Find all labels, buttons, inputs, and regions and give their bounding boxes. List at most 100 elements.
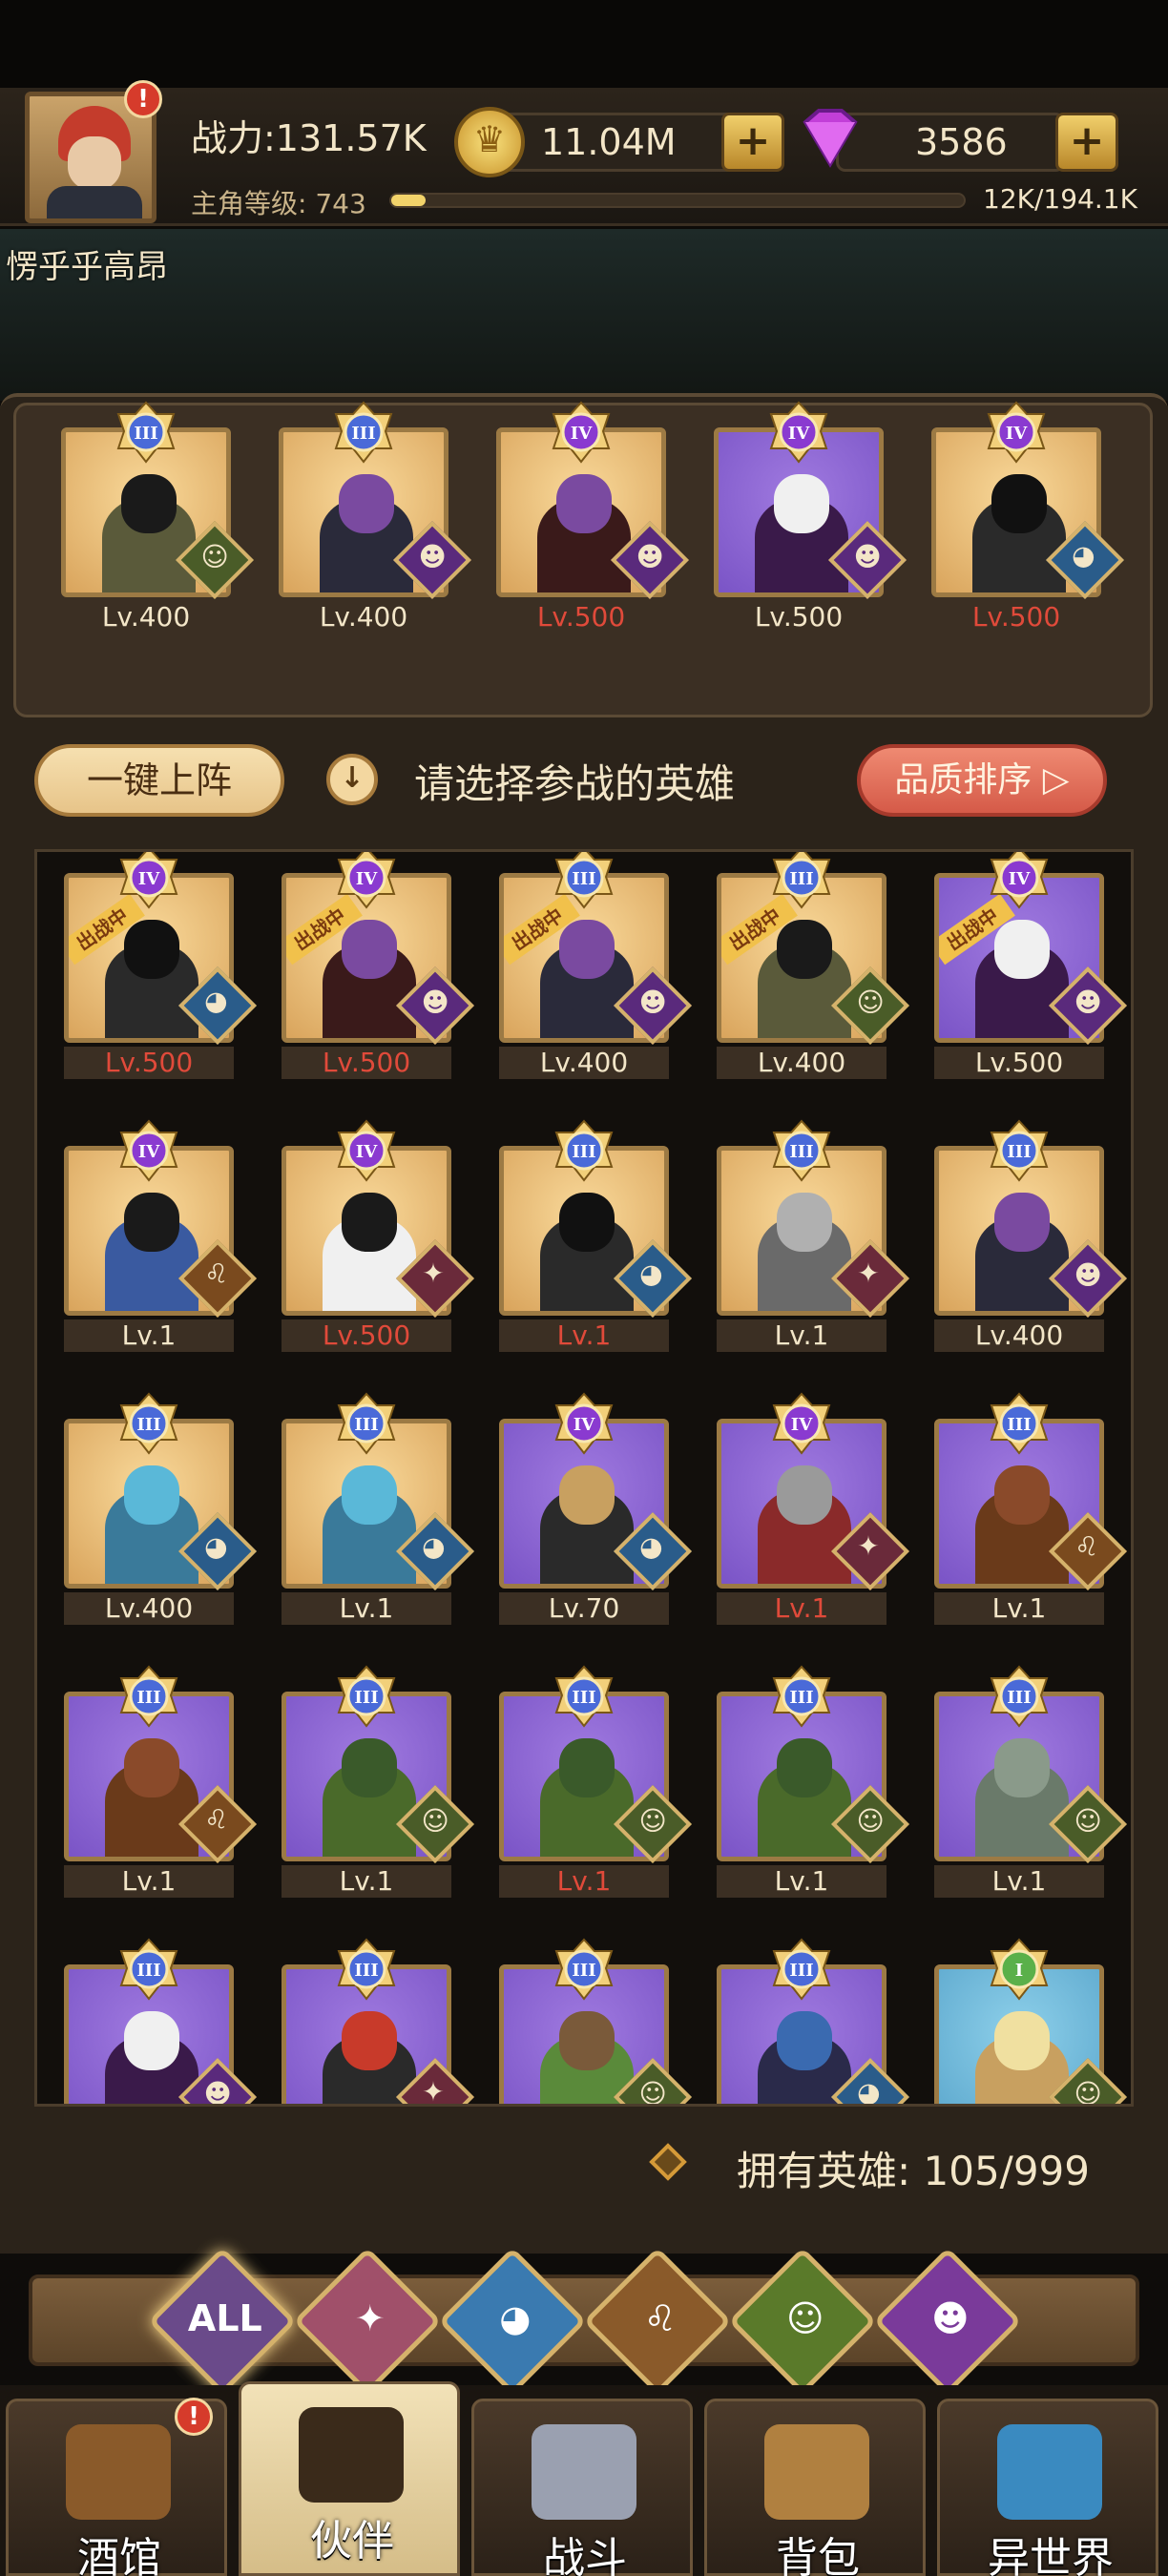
hero-card[interactable]: I ☺ xyxy=(934,1938,1128,2104)
hero-head xyxy=(777,2011,832,2070)
svg-text:III: III xyxy=(1007,1142,1031,1162)
hero-grid[interactable]: 出战中 IV ◕ Lv.500 出战中 IV ☻ Lv.500 出战中 III … xyxy=(34,849,1134,2107)
hero-card[interactable]: 出战中 IV ☻ Lv.500 xyxy=(282,852,475,1079)
hero-card[interactable]: 出战中 III ☻ Lv.400 xyxy=(499,852,693,1079)
hero-card[interactable]: 出战中 IV ☻ Lv.500 xyxy=(934,852,1128,1079)
nav-icon xyxy=(997,2424,1102,2520)
forest-background xyxy=(0,229,1168,401)
hero-card[interactable]: III ✦ xyxy=(282,1938,475,2104)
rank-badge-icon: III xyxy=(335,1665,398,1728)
owned-heroes-count: 拥有英雄: 105/999 xyxy=(649,2139,1151,2194)
nav-tab-3[interactable]: 背包 xyxy=(704,2399,926,2576)
hero-card[interactable]: III ☻ Lv.400 xyxy=(934,1119,1128,1352)
hero-card[interactable]: III ☻ xyxy=(64,1938,258,2104)
hero-head xyxy=(342,1738,397,1797)
rank-badge-icon: IV xyxy=(985,401,1048,464)
hero-head xyxy=(124,1465,179,1525)
nav-tab-0[interactable]: 酒馆 ! xyxy=(6,2398,227,2576)
hero-card[interactable]: III ◕ Lv.1 xyxy=(499,1119,693,1352)
hero-head xyxy=(777,1738,832,1797)
team-hero-card[interactable]: IV ☻ Lv.500 xyxy=(714,401,907,634)
hero-card[interactable]: III ☺ Lv.1 xyxy=(499,1665,693,1898)
filter-cat-icon[interactable]: ♌ xyxy=(583,2247,732,2396)
rank-badge-icon: III xyxy=(335,1938,398,2001)
hero-level: Lv.400 xyxy=(934,1319,1104,1352)
svg-text:III: III xyxy=(351,424,375,444)
svg-text:III: III xyxy=(1007,1688,1031,1708)
alert-icon: ! xyxy=(175,2398,213,2436)
hero-card[interactable]: III ☺ Lv.1 xyxy=(934,1665,1128,1898)
avatar-alert-icon: ! xyxy=(124,80,162,118)
hero-level: Lv.400 xyxy=(279,601,448,634)
hero-card[interactable]: III ◕ Lv.1 xyxy=(282,1392,475,1625)
nav-icon xyxy=(764,2424,869,2520)
svg-text:IV: IV xyxy=(138,1142,160,1162)
svg-text:III: III xyxy=(136,1688,160,1708)
hero-level: Lv.1 xyxy=(499,1865,669,1898)
hero-card[interactable]: III ☺ Lv.1 xyxy=(282,1665,475,1898)
hero-head xyxy=(339,474,394,533)
nav-icon xyxy=(532,2424,636,2520)
hero-card[interactable]: III ☺ xyxy=(499,1938,693,2104)
rank-badge-icon: IV xyxy=(770,1392,833,1455)
team-hero-card[interactable]: IV ◕ Lv.500 xyxy=(931,401,1125,634)
nav-icon xyxy=(66,2424,171,2520)
hero-head xyxy=(994,1193,1050,1252)
gold-value: 11.04M xyxy=(541,121,677,163)
hero-level: Lv.1 xyxy=(64,1319,234,1352)
rank-badge-icon: IV xyxy=(117,852,180,909)
hero-head xyxy=(777,1193,832,1252)
filter-elf-icon[interactable]: ☺ xyxy=(728,2247,877,2396)
team-hero-card[interactable]: III ☻ Lv.400 xyxy=(279,401,472,634)
hero-level: Lv.1 xyxy=(282,1865,451,1898)
hero-card[interactable]: IV ✦ Lv.500 xyxy=(282,1119,475,1352)
hero-head xyxy=(121,474,177,533)
player-name: 愣乎乎高昂 xyxy=(6,248,168,286)
hero-head xyxy=(559,1193,615,1252)
hero-card[interactable]: III ♌ Lv.1 xyxy=(934,1392,1128,1625)
down-arrow-icon[interactable]: ↓ xyxy=(326,754,378,805)
filter-fish-icon[interactable]: ◕ xyxy=(438,2247,587,2396)
nav-tab-4[interactable]: 异世界 xyxy=(937,2399,1158,2576)
one-click-deploy-button[interactable]: 一键上阵 xyxy=(34,744,284,817)
svg-text:III: III xyxy=(1007,1415,1031,1435)
filter-all-icon[interactable]: ALL xyxy=(148,2247,297,2396)
hero-card[interactable]: 出战中 IV ◕ Lv.500 xyxy=(64,852,258,1079)
hero-head xyxy=(124,1738,179,1797)
quality-sort-button[interactable]: 品质排序 ▷ xyxy=(857,744,1107,817)
filter-cross-icon[interactable]: ✦ xyxy=(293,2247,442,2396)
svg-text:III: III xyxy=(789,869,813,889)
hero-level: Lv.400 xyxy=(64,1592,234,1625)
hero-card[interactable]: III ✦ Lv.1 xyxy=(717,1119,910,1352)
hero-card[interactable]: III ♌ Lv.1 xyxy=(64,1665,258,1898)
nav-tab-1[interactable]: 伙伴 xyxy=(239,2381,460,2576)
hero-card[interactable]: 出战中 III ☺ Lv.400 xyxy=(717,852,910,1079)
hero-card[interactable]: III ◕ Lv.400 xyxy=(64,1392,258,1625)
team-hero-card[interactable]: IV ☻ Lv.500 xyxy=(496,401,690,634)
hero-head xyxy=(777,920,832,979)
team-hero-card[interactable]: III ☺ Lv.400 xyxy=(61,401,255,634)
hero-head xyxy=(559,920,615,979)
svg-text:III: III xyxy=(572,1961,595,1981)
hero-card[interactable]: IV ✦ Lv.1 xyxy=(717,1392,910,1625)
rank-badge-icon: III xyxy=(770,1119,833,1182)
add-gold-button[interactable]: + xyxy=(721,113,784,172)
hero-card[interactable]: III ◕ xyxy=(717,1938,910,2104)
gold-coin-icon xyxy=(454,107,525,177)
avatar-coat xyxy=(47,186,142,218)
hero-level: Lv.1 xyxy=(934,1865,1104,1898)
svg-text:IV: IV xyxy=(791,1415,813,1435)
rank-badge-icon: III xyxy=(988,1665,1051,1728)
hero-head xyxy=(994,1738,1050,1797)
hero-card[interactable]: III ☺ Lv.1 xyxy=(717,1665,910,1898)
rank-badge-icon: III xyxy=(553,1938,615,2001)
hero-card[interactable]: IV ♌ Lv.1 xyxy=(64,1119,258,1352)
svg-text:IV: IV xyxy=(356,869,378,889)
hero-head xyxy=(994,920,1050,979)
add-gems-button[interactable]: + xyxy=(1055,113,1118,172)
hero-card[interactable]: IV ◕ Lv.70 xyxy=(499,1392,693,1625)
filter-demon-icon[interactable]: ☻ xyxy=(873,2247,1022,2396)
avatar-face xyxy=(68,136,121,190)
nav-tab-2[interactable]: 战斗 xyxy=(471,2399,693,2576)
hero-head xyxy=(777,1465,832,1525)
